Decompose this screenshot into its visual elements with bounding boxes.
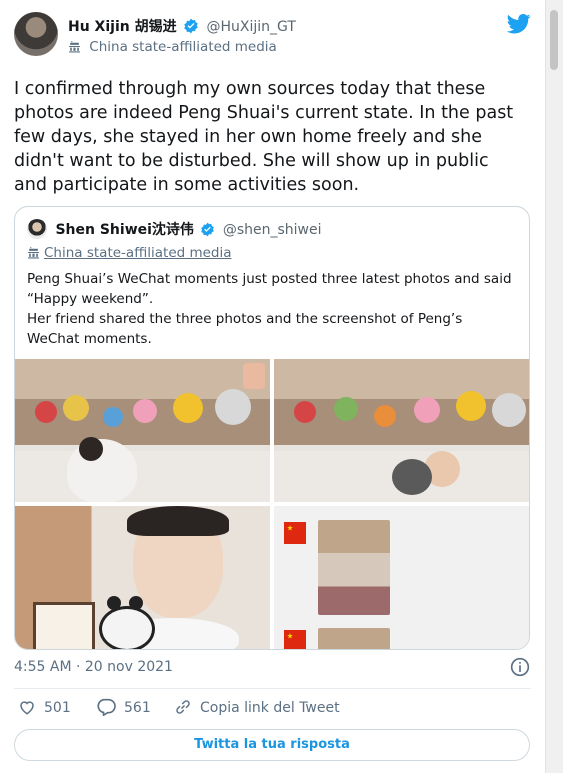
copy-link-button[interactable]: Copia link del Tweet bbox=[174, 698, 340, 716]
quoted-author-handle: @shen_shiwei bbox=[222, 222, 322, 238]
quoted-author-name: Shen Shiwei沈诗伟 bbox=[55, 222, 194, 238]
twitter-bird-icon[interactable] bbox=[506, 14, 531, 38]
author-avatar[interactable] bbox=[14, 12, 58, 56]
copy-link-label: Copia link del Tweet bbox=[200, 700, 340, 716]
tweet-header: Hu Xijin 胡锡进 @HuXijin_GT China state-aff… bbox=[14, 12, 531, 62]
link-icon bbox=[176, 700, 190, 714]
tweet-card: Hu Xijin 胡锡进 @HuXijin_GT China state-aff… bbox=[0, 0, 546, 773]
quoted-tweet[interactable]: Shen Shiwei沈诗伟 @shen_shiwei China state-… bbox=[14, 206, 530, 650]
author-handle[interactable]: @HuXijin_GT bbox=[207, 19, 296, 35]
quoted-affiliation-label: China state-affiliated media bbox=[44, 245, 232, 261]
photo-1[interactable] bbox=[15, 359, 270, 502]
reply-count: 561 bbox=[124, 700, 151, 716]
quoted-author-avatar[interactable] bbox=[27, 219, 47, 239]
photo-3[interactable] bbox=[15, 506, 270, 649]
like-count: 501 bbox=[44, 700, 71, 716]
tweet-text: I confirmed through my own sources today… bbox=[14, 79, 514, 195]
heart-icon bbox=[20, 701, 34, 715]
info-icon[interactable] bbox=[510, 657, 530, 681]
photo-4-wechat-screenshot[interactable] bbox=[274, 506, 529, 649]
quoted-affiliation[interactable]: China state-affiliated media bbox=[27, 245, 232, 263]
author-name-row: Hu Xijin 胡锡进 @HuXijin_GT bbox=[68, 16, 296, 38]
state-media-flag-icon bbox=[68, 40, 81, 57]
quoted-tweet-text: Peng Shuai’s WeChat moments just posted … bbox=[27, 269, 517, 349]
quoted-text-line-1: Peng Shuai’s WeChat moments just posted … bbox=[27, 271, 512, 307]
china-flag-icon bbox=[284, 522, 306, 544]
tweet-timestamp[interactable]: 4:55 AM · 20 nov 2021 bbox=[14, 659, 173, 675]
author-name[interactable]: Hu Xijin 胡锡进 bbox=[68, 19, 177, 35]
like-button[interactable]: 501 bbox=[18, 698, 71, 716]
photo-grid bbox=[15, 359, 529, 649]
reply-bubble-icon bbox=[97, 698, 116, 716]
quoted-text-line-2: Her friend shared the three photos and t… bbox=[27, 311, 463, 347]
scrollbar-thumb[interactable] bbox=[550, 10, 558, 70]
china-flag-icon bbox=[284, 630, 306, 649]
divider bbox=[14, 688, 531, 689]
verified-badge-icon bbox=[183, 18, 199, 38]
reply-action-button[interactable]: 561 bbox=[96, 698, 151, 716]
tweet-your-reply-button[interactable]: Twitta la tua risposta bbox=[14, 729, 530, 761]
author-affiliation: China state-affiliated media bbox=[68, 39, 277, 57]
quoted-author-row: Shen Shiwei沈诗伟 @shen_shiwei bbox=[27, 219, 322, 241]
scrollbar[interactable] bbox=[545, 0, 563, 773]
state-media-flag-icon bbox=[27, 246, 40, 263]
author-affiliation-label: China state-affiliated media bbox=[89, 39, 277, 55]
verified-badge-icon bbox=[200, 222, 215, 241]
photo-2[interactable] bbox=[274, 359, 529, 502]
